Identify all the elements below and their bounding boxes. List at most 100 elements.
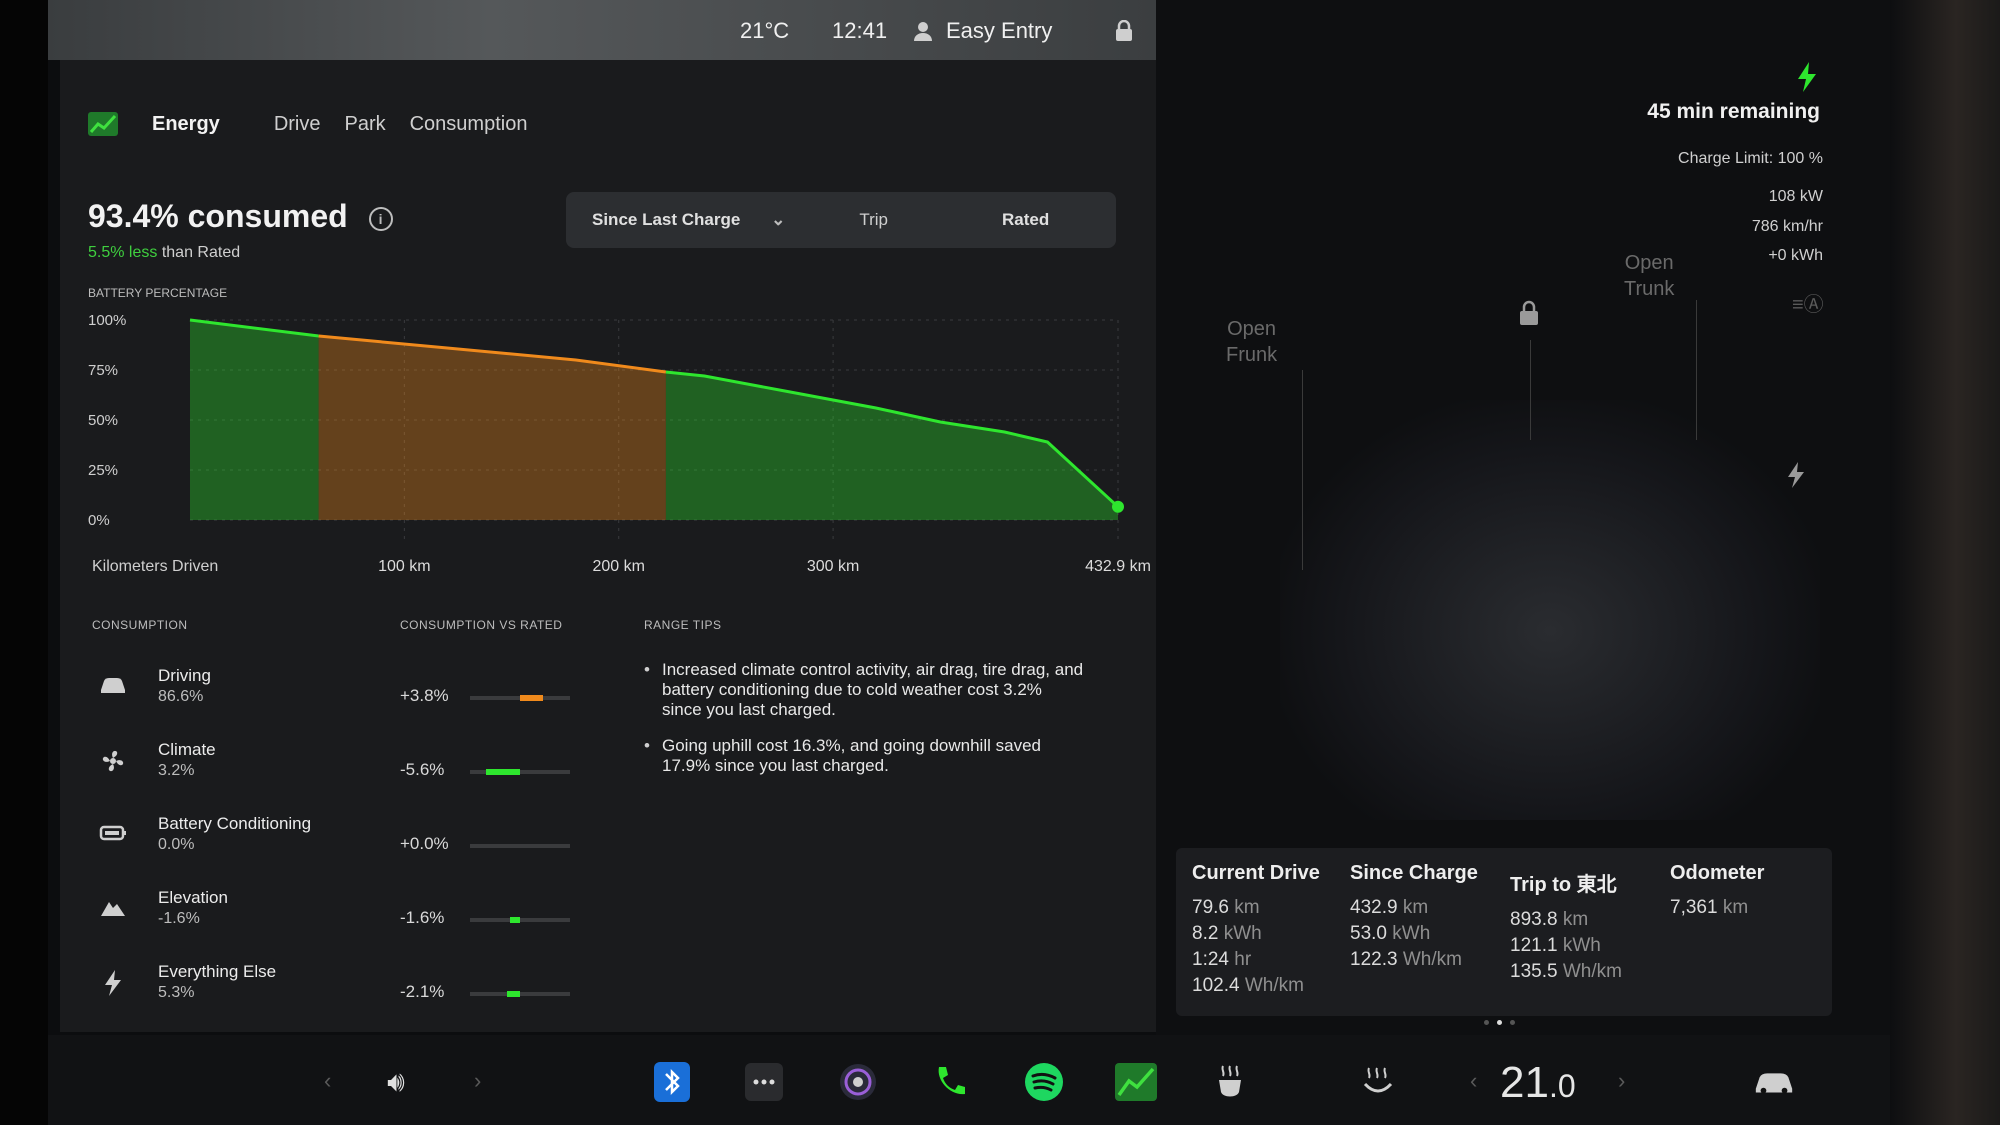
defrost-icon[interactable] bbox=[1356, 1060, 1400, 1104]
bolt-icon bbox=[96, 970, 130, 1004]
energy-graph-icon bbox=[88, 112, 118, 136]
trip-stat-line: 7,361 km bbox=[1670, 895, 1764, 921]
consumption-item-name: Elevation bbox=[158, 888, 228, 907]
lock-icon bbox=[1520, 300, 1538, 325]
battery-chart: BATTERY PERCENTAGE 100% 75% 50% 25% 0% Kilomet… bbox=[88, 286, 1151, 575]
volume-up-chevron[interactable]: › bbox=[474, 1068, 481, 1094]
lock-icon bbox=[1116, 20, 1132, 41]
temperature-decimal: .0 bbox=[1548, 1068, 1576, 1104]
chart-x-tick: 200 km bbox=[593, 558, 645, 575]
lock-button[interactable] bbox=[1114, 14, 1134, 48]
trip-stat-value: 102.4 bbox=[1192, 975, 1240, 996]
rated-toggle[interactable]: Rated bbox=[1002, 210, 1049, 230]
trip-stat-line: 432.9 km bbox=[1350, 895, 1478, 921]
more-apps-icon[interactable] bbox=[742, 1060, 786, 1104]
tab-drive[interactable]: Drive bbox=[274, 113, 321, 136]
trip-stat-unit: km bbox=[1557, 909, 1589, 930]
car-icon bbox=[96, 674, 130, 708]
consumption-vs-track bbox=[470, 991, 570, 997]
period-dropdown[interactable]: Since Last Charge ⌄ bbox=[592, 210, 785, 230]
trip-stat-unit: hr bbox=[1228, 949, 1252, 970]
phone-icon[interactable] bbox=[928, 1060, 972, 1104]
consumption-vs-bar bbox=[486, 769, 520, 775]
temperature-readout: 21°C bbox=[740, 18, 790, 43]
auto-headlights-icon[interactable]: ≡Ⓐ bbox=[1792, 288, 1824, 317]
trip-stat-value: 79.6 bbox=[1192, 897, 1229, 918]
temperature-whole: 21 bbox=[1500, 1058, 1549, 1107]
tab-consumption[interactable]: Consumption bbox=[410, 113, 528, 136]
cabin-temperature[interactable]: 21.0 bbox=[1500, 1058, 1576, 1108]
consumption-vs-value: -5.6% bbox=[400, 760, 445, 779]
tab-energy[interactable]: Energy bbox=[152, 113, 220, 136]
consumption-item-percent: -1.6% bbox=[158, 910, 200, 927]
consumption-item: Climate 3.2% bbox=[96, 736, 436, 796]
trip-stat-unit: Wh/km bbox=[1239, 975, 1304, 996]
seat-heater-icon[interactable] bbox=[1208, 1060, 1252, 1104]
trip-stat-title: Since Charge bbox=[1350, 862, 1478, 884]
lock-pointer-line bbox=[1530, 340, 1531, 440]
consumption-vs-value: +3.8% bbox=[400, 686, 449, 705]
trip-stat-unit: kWh bbox=[1557, 935, 1601, 956]
range-tips-header: RANGE TIPS bbox=[644, 618, 722, 632]
profile-button[interactable]: Easy Entry bbox=[912, 14, 1052, 48]
consumption-item-percent: 0.0% bbox=[158, 836, 195, 853]
rated-delta: 5.5% less bbox=[88, 244, 158, 261]
period-label: Since Last Charge bbox=[592, 210, 741, 229]
rated-comparison: 5.5% less than Rated bbox=[88, 244, 240, 262]
open-trunk-button[interactable]: Open Trunk bbox=[1624, 250, 1674, 302]
trip-stat-value: 893.8 bbox=[1510, 909, 1558, 930]
consumed-summary: 93.4% consumed i bbox=[88, 198, 393, 235]
spotify-icon[interactable] bbox=[1022, 1060, 1066, 1104]
energy-app-icon[interactable] bbox=[1114, 1060, 1158, 1104]
open-frunk-button[interactable]: Open Frunk bbox=[1226, 316, 1277, 368]
trip-stat-line: 893.8 km bbox=[1510, 907, 1622, 933]
trip-stat-column: Trip to 東北 893.8 km 121.1 kWh 135.5 Wh/km bbox=[1510, 868, 1622, 985]
trip-stat-unit: Wh/km bbox=[1557, 961, 1622, 982]
trip-stat-value: 121.1 bbox=[1510, 935, 1558, 956]
consumption-vs-value: -2.1% bbox=[400, 982, 445, 1001]
energy-tabs: Energy Drive Park Consumption bbox=[88, 112, 527, 136]
chart-y-tick: 25% bbox=[88, 462, 118, 479]
chart-y-tick: 50% bbox=[88, 412, 118, 429]
consumption-item-percent: 86.6% bbox=[158, 688, 204, 705]
volume-icon[interactable]: 🔊︎ bbox=[374, 1060, 418, 1104]
trip-stat-value: 7,361 bbox=[1670, 897, 1718, 918]
trunk-pointer-line bbox=[1696, 300, 1697, 440]
consumption-item-name: Driving bbox=[158, 666, 211, 685]
temp-down-chevron[interactable]: ‹ bbox=[1470, 1068, 1477, 1094]
consumption-vs-track bbox=[470, 769, 570, 775]
trip-stat-line: 8.2 kWh bbox=[1192, 921, 1320, 947]
trip-stat-unit: km bbox=[1397, 897, 1429, 918]
trip-stat-title: Trip to 東北 bbox=[1510, 874, 1617, 896]
door-lock-button[interactable] bbox=[1518, 300, 1540, 331]
chart-y-tick: 0% bbox=[88, 512, 110, 529]
trip-stat-value: 8.2 bbox=[1192, 923, 1219, 944]
car-icon[interactable] bbox=[1752, 1060, 1796, 1104]
consumption-vs-bar bbox=[510, 917, 520, 923]
info-icon[interactable]: i bbox=[368, 206, 393, 231]
chart-x-tick: 100 km bbox=[378, 558, 430, 575]
bluetooth-icon[interactable] bbox=[650, 1060, 694, 1104]
range-tip: Going uphill cost 16.3%, and going downh… bbox=[644, 736, 1084, 776]
page-dots[interactable] bbox=[1484, 1020, 1515, 1025]
trip-toggle[interactable]: Trip bbox=[859, 210, 888, 230]
left-bezel bbox=[0, 0, 48, 1125]
volume-down-chevron[interactable]: ‹ bbox=[324, 1068, 331, 1094]
consumption-vs-track bbox=[470, 695, 570, 701]
charge-limit[interactable]: Charge Limit: 100 % bbox=[1678, 150, 1823, 168]
battery-icon bbox=[96, 822, 130, 856]
trip-stat-line: 1:24 hr bbox=[1192, 947, 1320, 973]
consumption-item: Driving 86.6% bbox=[96, 662, 436, 722]
tab-park[interactable]: Park bbox=[344, 113, 385, 136]
range-tip: Increased climate control activity, air … bbox=[644, 660, 1084, 720]
trip-stat-value: 135.5 bbox=[1510, 961, 1558, 982]
camera-icon[interactable] bbox=[836, 1060, 880, 1104]
charge-power: 108 kW bbox=[1768, 188, 1823, 205]
trip-stat-unit: kWh bbox=[1218, 923, 1262, 944]
charge-port-button[interactable] bbox=[1786, 462, 1806, 493]
trip-stat-title: Current Drive bbox=[1192, 862, 1320, 884]
temp-up-chevron[interactable]: › bbox=[1618, 1068, 1625, 1094]
charging-bolt-icon bbox=[1796, 62, 1818, 97]
trip-stat-line: 53.0 kWh bbox=[1350, 921, 1478, 947]
consumption-header: CONSUMPTION bbox=[92, 618, 188, 632]
